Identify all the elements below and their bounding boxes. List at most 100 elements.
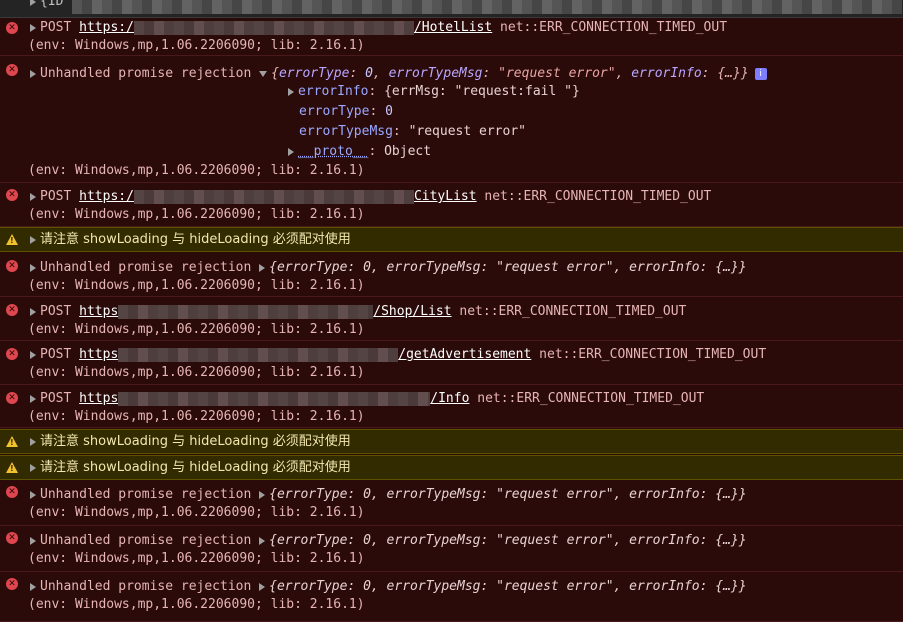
http-method: POST [40, 391, 72, 406]
env-info: (env: Windows,mp,1.06.2206090; lib: 2.16… [28, 365, 365, 380]
expand-triangle-icon[interactable] [288, 147, 294, 156]
error-circle-icon: ✕ [6, 304, 18, 316]
error-circle-icon: ✕ [6, 64, 18, 76]
expand-triangle-icon[interactable] [30, 23, 36, 32]
expand-triangle-icon[interactable] [30, 235, 36, 244]
expand-triangle-icon[interactable] [30, 263, 36, 272]
rejection-object-summary[interactable]: {errorType: 0, errorTypeMsg: "request er… [269, 487, 746, 502]
console-error-row[interactable]: ✕ Unhandled promise rejection {errorType… [0, 253, 903, 297]
error-status: net::ERR_CONNECTION_TIMED_OUT [539, 347, 767, 362]
rejection-object-summary[interactable]: {errorType: 0, errorTypeMsg: "request er… [269, 533, 746, 548]
warning-line: 请注意 showLoading 与 hideLoading 必须配对使用 [30, 231, 351, 249]
request-line: POST https/Shop/List net::ERR_CONNECTION… [30, 303, 686, 321]
rejection-line: Unhandled promise rejection {errorType: … [30, 486, 747, 504]
partial-row-text: {ID [30, 0, 63, 11]
expand-triangle-icon[interactable] [30, 0, 36, 6]
env-info: (env: Windows,mp,1.06.2206090; lib: 2.16… [28, 38, 365, 53]
console-warning-row[interactable]: ! 请注意 showLoading 与 hideLoading 必须配对使用 [0, 455, 903, 480]
expand-triangle-icon[interactable] [30, 437, 36, 446]
console-error-row[interactable]: ✕ POST https/getAdvertisement net::ERR_C… [0, 342, 903, 385]
object-property-proto[interactable]: __proto__: Object [288, 143, 431, 161]
env-info: (env: Windows,mp,1.06.2206090; lib: 2.16… [28, 597, 365, 612]
request-line: POST https://HotelList net::ERR_CONNECTI… [30, 19, 727, 37]
object-property-errortypemsg: errorTypeMsg: "request error" [299, 124, 526, 139]
info-icon[interactable]: i [754, 67, 767, 80]
expand-triangle-icon[interactable] [30, 463, 36, 472]
console-error-row[interactable]: ✕ POST https:/CityList net::ERR_CONNECTI… [0, 184, 903, 227]
env-info: (env: Windows,mp,1.06.2206090; lib: 2.16… [28, 322, 365, 337]
redacted-url [133, 20, 414, 35]
error-status: net::ERR_CONNECTION_TIMED_OUT [459, 304, 687, 319]
error-circle-icon: ✕ [6, 578, 18, 590]
console-error-row[interactable]: ✕ Unhandled promise rejection {errorType… [0, 573, 903, 622]
object-property-errorinfo[interactable]: errorInfo: {errMsg: "request:fail "} [288, 83, 580, 101]
expand-triangle-icon[interactable] [30, 582, 36, 591]
console-error-row[interactable]: ✕ POST https/Shop/List net::ERR_CONNECTI… [0, 298, 903, 341]
console-error-row[interactable]: ✕ POST https://HotelList net::ERR_CONNEC… [0, 19, 903, 56]
expand-triangle-icon[interactable] [288, 87, 294, 96]
error-status: net::ERR_CONNECTION_TIMED_OUT [484, 189, 712, 204]
request-line: POST https/Info net::ERR_CONNECTION_TIME… [30, 390, 704, 408]
request-url[interactable]: https:/CityList [79, 189, 476, 204]
expand-triangle-icon[interactable] [30, 350, 36, 359]
console-error-row[interactable]: ✕ Unhandled promise rejection {errorType… [0, 527, 903, 572]
warning-line: 请注意 showLoading 与 hideLoading 必须配对使用 [30, 433, 351, 451]
expand-triangle-icon[interactable] [30, 490, 36, 499]
expand-triangle-icon[interactable] [30, 394, 36, 403]
error-circle-icon: ✕ [6, 189, 18, 201]
redacted-block [72, 0, 902, 14]
expand-triangle-icon[interactable] [30, 307, 36, 316]
console-warning-row[interactable]: ! 请注意 showLoading 与 hideLoading 必须配对使用 [0, 429, 903, 454]
env-info: (env: Windows,mp,1.06.2206090; lib: 2.16… [28, 505, 365, 520]
rejection-object-summary[interactable]: {errorType: 0, errorTypeMsg: "request er… [271, 66, 748, 81]
redacted-url [133, 189, 414, 204]
expand-triangle-icon[interactable] [259, 582, 266, 591]
rejection-object-summary[interactable]: {errorType: 0, errorTypeMsg: "request er… [269, 260, 746, 275]
rejection-label: Unhandled promise rejection [40, 260, 252, 275]
redacted-url [118, 304, 374, 319]
console-error-row[interactable]: ✕ Unhandled promise rejection {errorType… [0, 481, 903, 526]
rejection-line: Unhandled promise rejection {errorType: … [30, 532, 747, 550]
rejection-line: Unhandled promise rejection {errorType: … [30, 65, 767, 83]
error-status: net::ERR_CONNECTION_TIMED_OUT [477, 391, 705, 406]
rejection-object-summary[interactable]: {errorType: 0, errorTypeMsg: "request er… [269, 579, 746, 594]
devtools-console: {ID ✕ POST https://HotelList net::ERR_CO… [0, 0, 903, 622]
expand-triangle-icon[interactable] [259, 536, 266, 545]
env-info: (env: Windows,mp,1.06.2206090; lib: 2.16… [28, 409, 365, 424]
error-circle-icon: ✕ [6, 392, 18, 404]
rejection-label: Unhandled promise rejection [40, 533, 252, 548]
error-circle-icon: ✕ [6, 486, 18, 498]
error-circle-icon: ✕ [6, 348, 18, 360]
rejection-label: Unhandled promise rejection [40, 66, 252, 81]
object-property-errortype: errorType: 0 [299, 104, 393, 119]
error-status: net::ERR_CONNECTION_TIMED_OUT [500, 20, 728, 35]
request-line: POST https/getAdvertisement net::ERR_CON… [30, 346, 766, 364]
warning-triangle-icon: ! [6, 234, 18, 245]
console-error-row-expanded[interactable]: ✕ Unhandled promise rejection {errorType… [0, 57, 903, 183]
expand-triangle-icon[interactable] [30, 69, 36, 78]
env-info: (env: Windows,mp,1.06.2206090; lib: 2.16… [28, 163, 365, 178]
console-error-row[interactable]: ✕ POST https/Info net::ERR_CONNECTION_TI… [0, 386, 903, 428]
error-circle-icon: ✕ [6, 260, 18, 272]
expand-triangle-icon[interactable] [30, 536, 36, 545]
error-circle-icon: ✕ [6, 22, 18, 34]
rejection-label: Unhandled promise rejection [40, 487, 252, 502]
request-url[interactable]: https/Shop/List [79, 304, 451, 319]
http-method: POST [40, 347, 72, 362]
warning-triangle-icon: ! [6, 462, 18, 473]
expand-triangle-icon[interactable] [259, 490, 266, 499]
request-url[interactable]: https://HotelList [79, 20, 492, 35]
request-url[interactable]: https/getAdvertisement [79, 347, 531, 362]
collapse-triangle-icon[interactable] [259, 70, 268, 77]
redacted-url [118, 347, 399, 362]
warning-text: 请注意 showLoading 与 hideLoading 必须配对使用 [40, 460, 351, 475]
expand-triangle-icon[interactable] [259, 263, 266, 272]
expand-triangle-icon[interactable] [30, 192, 36, 201]
console-warning-row[interactable]: ! 请注意 showLoading 与 hideLoading 必须配对使用 [0, 227, 903, 252]
console-row-partial: {ID [0, 0, 903, 18]
request-url[interactable]: https/Info [79, 391, 469, 406]
env-info: (env: Windows,mp,1.06.2206090; lib: 2.16… [28, 278, 365, 293]
http-method: POST [40, 189, 72, 204]
warning-triangle-icon: ! [6, 436, 18, 447]
rejection-line: Unhandled promise rejection {errorType: … [30, 578, 747, 596]
